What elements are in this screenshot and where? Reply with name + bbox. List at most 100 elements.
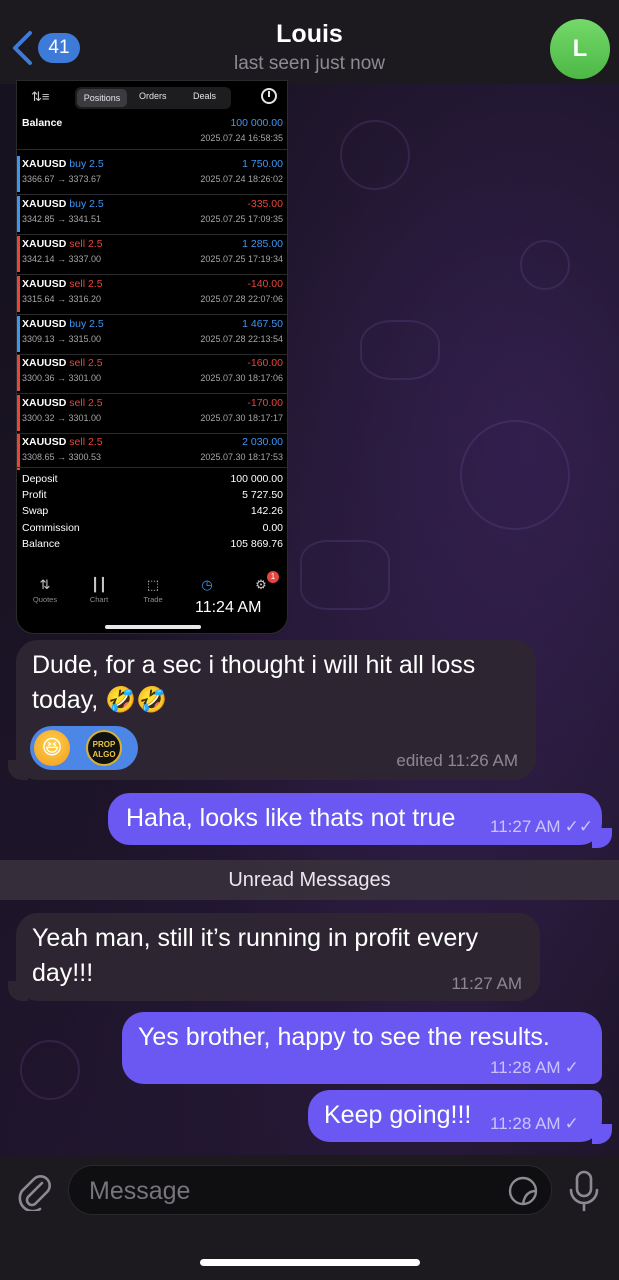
message-meta: 11:28 AM ✓ <box>490 1058 579 1078</box>
trade-symbol: XAUUSD sell 2.5 <box>22 357 103 369</box>
message-meta: edited 11:26 AM <box>396 751 518 770</box>
divider <box>17 149 287 150</box>
trade-row: XAUUSD sell 2.5 3342.14 → 3337.00 1 285.00… <box>17 236 287 274</box>
trade-profit: 1 467.50 <box>242 318 283 330</box>
divider <box>17 467 287 468</box>
summary-label: Swap <box>22 505 49 518</box>
trade-profit: 1 285.00 <box>242 238 283 250</box>
summary-label: Commission <box>22 521 80 534</box>
trade-prices: 3300.36 → 3301.00 <box>22 373 102 383</box>
divider <box>17 234 287 235</box>
trade-row: XAUUSD sell 2.5 3300.32 → 3301.00 -170.00 2… <box>17 395 287 433</box>
trade-row: XAUUSD buy 2.5 3366.67 → 3373.67 1 750.00 2… <box>17 156 287 194</box>
message-text: day!!! <box>32 959 94 987</box>
balance-value: 100 000.00 <box>230 117 283 129</box>
message-bubble-incoming[interactable]: Yeah man, still it’s running in profit e… <box>16 913 540 1001</box>
message-bubble-outgoing[interactable]: Haha, looks like thats not true 11:27 AM… <box>108 793 602 845</box>
trade-symbol: XAUUSD sell 2.5 <box>22 436 103 448</box>
symbol-text: XAUUSD <box>22 318 67 330</box>
photo-message[interactable]: ⇅≡ Positions Orders Deals Balance 100 00… <box>16 80 288 634</box>
message-bubble-outgoing[interactable]: Yes brother, happy to see the results. 1… <box>122 1012 602 1084</box>
summary-value: 0.00 <box>262 521 283 534</box>
settings-badge: 1 <box>267 571 279 583</box>
chat-status: last seen just now <box>233 53 386 74</box>
nav-trade: ⬚ Trade <box>126 577 180 604</box>
tab-orders: Orders <box>139 91 167 101</box>
trade-profit: 1 750.00 <box>242 158 283 170</box>
summary-label: Deposit <box>22 473 58 485</box>
trade-prices: 3342.85 → 3341.51 <box>22 214 102 224</box>
symbol-text: XAUUSD <box>22 238 67 250</box>
trade-prices: 3309.13 → 3315.00 <box>22 334 102 344</box>
nav-label: Trade <box>143 595 163 604</box>
trade-side-bar <box>17 196 20 232</box>
summary-value: 142.26 <box>250 505 283 518</box>
message-bubble-outgoing[interactable]: Keep going!!! 11:28 AM ✓ <box>308 1090 602 1142</box>
trade-prices: 3342.14 → 3337.00 <box>22 254 102 264</box>
divider <box>17 314 287 315</box>
check-icon: ✓ <box>564 1058 579 1077</box>
sort-icon: ⇅≡ <box>31 89 50 104</box>
divider <box>17 194 287 195</box>
symbol-text: XAUUSD <box>22 397 67 409</box>
reaction-avatar: PROP ALGO <box>86 730 122 766</box>
balance-label: Balance <box>22 117 63 129</box>
trade-side: buy 2.5 <box>69 318 104 330</box>
message-text: Yes brother, happy to see the results. <box>138 1023 550 1051</box>
message-time: 11:28 AM <box>490 1058 561 1077</box>
trade-prices: 3315.64 → 3316.20 <box>22 294 102 304</box>
trade-icon: ⬚ <box>146 577 160 592</box>
reactions[interactable]: 😆 PROP ALGO <box>30 726 138 770</box>
trade-side: sell 2.5 <box>69 357 103 369</box>
home-indicator <box>200 1259 420 1266</box>
paperclip-icon[interactable] <box>16 1171 52 1211</box>
message-input-container <box>68 1165 552 1215</box>
trade-side-bar <box>17 236 20 272</box>
trade-side: buy 2.5 <box>69 158 104 170</box>
double-check-icon: ✓✓ <box>564 817 594 836</box>
message-meta: 11:27 AM ✓✓ <box>490 817 593 837</box>
symbol-text: XAUUSD <box>22 198 67 210</box>
trade-symbol: XAUUSD sell 2.5 <box>22 278 103 290</box>
gear-icon: ⚙ <box>255 577 267 592</box>
unread-messages-divider: Unread Messages <box>0 860 619 900</box>
message-meta: 11:28 AM ✓ <box>490 1114 579 1134</box>
summary-row: Balance 105 869.76 <box>17 537 287 554</box>
reaction-emoji[interactable]: 😆 <box>34 730 70 766</box>
trade-side: buy 2.5 <box>69 198 104 210</box>
message-input[interactable] <box>89 1174 489 1208</box>
trade-row: XAUUSD sell 2.5 3300.36 → 3301.00 -160.00 2… <box>17 355 287 393</box>
contact-avatar[interactable]: L <box>550 19 610 79</box>
summary-row: Commission 0.00 <box>17 521 287 538</box>
divider <box>17 393 287 394</box>
microphone-icon[interactable] <box>566 1169 602 1213</box>
trade-side-bar <box>17 156 20 192</box>
message-time: 11:28 AM <box>490 1114 561 1133</box>
trade-symbol: XAUUSD sell 2.5 <box>22 397 103 409</box>
summary-value: 105 869.76 <box>230 537 283 550</box>
message-time: 11:27 AM <box>451 974 522 993</box>
summary-row: Profit 5 727.50 <box>17 489 287 505</box>
nav-quotes: ⇅ Quotes <box>18 577 72 604</box>
trade-date: 2025.07.24 18:26:02 <box>200 174 283 184</box>
trade-prices: 3300.32 → 3301.00 <box>22 413 102 423</box>
tab-positions: Positions <box>77 89 127 107</box>
trade-side: sell 2.5 <box>69 436 103 448</box>
chat-title[interactable]: Louis <box>0 20 619 49</box>
trade-prices: 3366.67 → 3373.67 <box>22 174 102 184</box>
symbol-text: XAUUSD <box>22 357 67 369</box>
summary-label: Balance <box>22 537 60 550</box>
message-text: Haha, looks like thats not true <box>126 804 456 832</box>
trade-date: 2025.07.25 17:19:34 <box>200 254 283 264</box>
trade-profit: -160.00 <box>247 357 283 369</box>
sticker-icon[interactable] <box>507 1175 539 1207</box>
message-text: today, 🤣🤣 <box>32 686 168 714</box>
trade-side-bar <box>17 395 20 431</box>
message-bubble-incoming[interactable]: Dude, for a sec i thought i will hit all… <box>16 640 536 780</box>
trade-row: XAUUSD sell 2.5 3315.64 → 3316.20 -140.00 2… <box>17 276 287 314</box>
trade-profit: -335.00 <box>247 198 283 210</box>
trade-date: 2025.07.28 22:07:06 <box>200 294 283 304</box>
trade-profit: 2 030.00 <box>242 436 283 448</box>
summary-value: 5 727.50 <box>242 489 283 502</box>
trade-symbol: XAUUSD buy 2.5 <box>22 318 104 330</box>
